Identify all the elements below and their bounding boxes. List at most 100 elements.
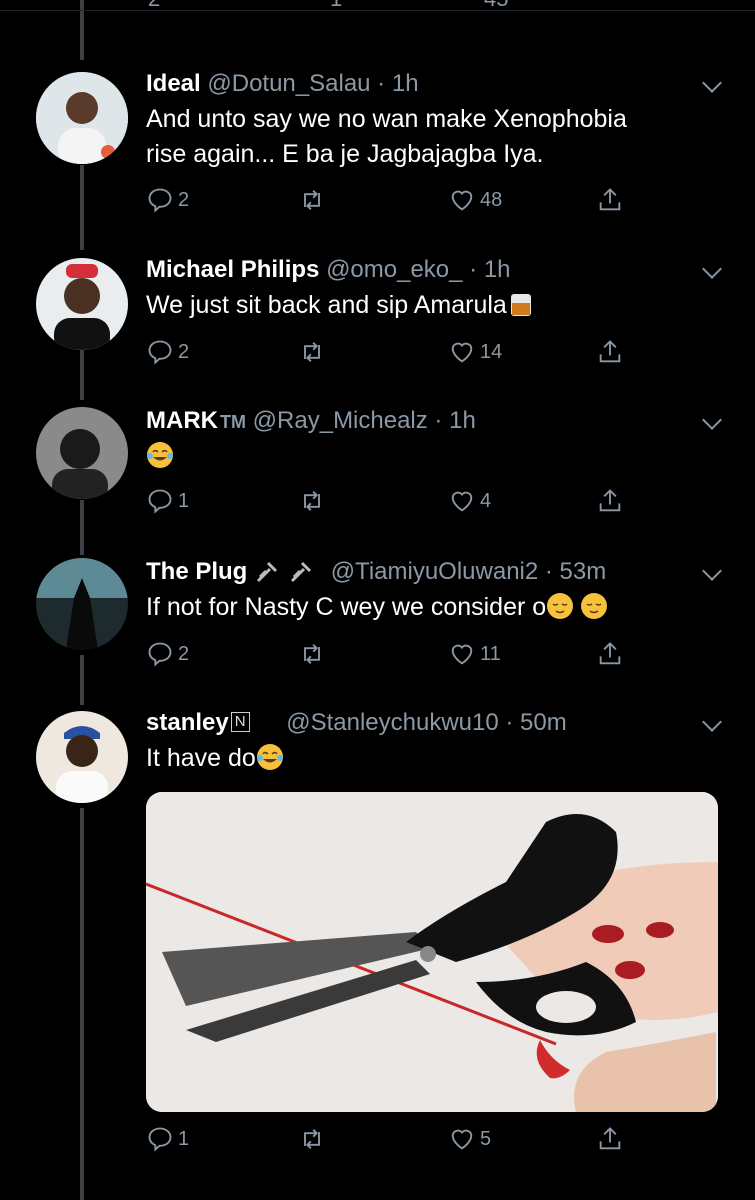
like-button[interactable]: 48 — [448, 186, 502, 214]
avatar-photo — [36, 258, 128, 350]
like-count: 5 — [480, 1127, 492, 1150]
share-button[interactable] — [596, 338, 624, 366]
reply-count: 1 — [178, 1127, 190, 1150]
chevron-down-icon[interactable] — [702, 259, 722, 279]
avatar[interactable] — [36, 258, 128, 350]
retweet-button[interactable] — [298, 338, 326, 366]
avatar[interactable] — [36, 558, 128, 650]
share-button[interactable] — [596, 186, 624, 214]
avatar[interactable] — [36, 711, 128, 803]
tweet[interactable]: Ideal @Dotun_Salau · 1h And unto say we … — [0, 68, 755, 218]
heart-icon — [451, 491, 473, 512]
share-icon — [599, 1127, 621, 1150]
tweet-header: Ideal @Dotun_Salau · 1h — [146, 68, 419, 100]
share-button[interactable] — [596, 640, 624, 668]
share-button[interactable] — [596, 487, 624, 515]
tweet-header: Michael Philips @omo_eko_ · 1h — [146, 254, 511, 286]
tweet-header: stanley N @Stanleychukwu10 · 50m — [146, 707, 567, 739]
handle-time[interactable]: @Stanleychukwu10 · 50m — [286, 709, 567, 736]
tweet-text: We just sit back and sip Amarula — [146, 288, 535, 323]
share-button[interactable] — [596, 1125, 624, 1153]
handle-time[interactable]: @TiamiyuOluwani2 · 53m — [331, 558, 607, 585]
like-button[interactable]: 14 — [448, 338, 502, 366]
handle-time[interactable]: @omo_eko_ · 1h — [326, 256, 510, 283]
tweet-image[interactable] — [146, 792, 718, 1112]
tweet-actions: 1 5 — [146, 1125, 646, 1155]
tears-of-joy-emoji — [147, 442, 173, 468]
retweet-icon — [304, 491, 320, 511]
like-count: 11 — [480, 642, 501, 665]
relieved-face-emoji — [547, 593, 574, 619]
tears-of-joy-emoji — [256, 744, 283, 770]
tumbler-glass-emoji — [510, 294, 531, 316]
avatar[interactable] — [36, 407, 128, 499]
tweet-actions: 2 48 — [146, 186, 646, 216]
display-name[interactable]: stanley — [146, 709, 229, 736]
retweet-button[interactable] — [298, 487, 326, 515]
like-button[interactable]: 4 — [448, 487, 491, 515]
retweet-button[interactable] — [298, 1125, 326, 1153]
reply-icon — [148, 642, 172, 667]
retweet-icon — [304, 644, 320, 664]
avatar-photo — [36, 558, 128, 650]
share-icon — [599, 340, 621, 363]
tweet-text: And unto say we no wan make Xenophobia r… — [146, 105, 627, 168]
handle-time[interactable]: @Ray_Michealz · 1h — [253, 407, 476, 434]
like-button[interactable]: 5 — [448, 1125, 491, 1153]
reply-button[interactable]: 2 — [146, 640, 189, 668]
tweet[interactable]: The Plug @TiamiyuOluwani2 · 53m If not f… — [0, 556, 755, 686]
retweet-icon — [304, 342, 320, 362]
letter-n-badge: N — [230, 712, 250, 732]
reply-count: 2 — [178, 642, 190, 665]
heart-icon — [451, 644, 473, 665]
reply-count: 1 — [178, 489, 190, 512]
retweet-button[interactable] — [298, 186, 326, 214]
chevron-down-icon[interactable] — [702, 712, 722, 732]
avatar-photo — [36, 72, 128, 164]
scissors-cutting-thread-image — [146, 792, 718, 1112]
share-icon — [599, 489, 621, 512]
previous-tweet-actions: 2 1 45 — [0, 0, 755, 26]
like-count: 4 — [480, 489, 492, 512]
tweet-header: MARK TM @Ray_Michealz · 1h — [146, 405, 476, 438]
display-name[interactable]: Michael Philips — [146, 256, 319, 283]
reply-icon — [148, 188, 172, 213]
trademark-suffix: TM — [220, 412, 246, 432]
display-name[interactable]: MARK — [146, 407, 218, 434]
display-name[interactable]: The Plug — [146, 558, 247, 585]
reply-button[interactable]: 2 — [146, 186, 189, 214]
tweet[interactable]: MARK TM @Ray_Michealz · 1h 1 4 — [0, 405, 755, 535]
avatar[interactable] — [36, 72, 128, 164]
tweet-actions: 2 14 — [146, 338, 646, 368]
heart-icon — [451, 190, 473, 211]
display-name[interactable]: Ideal — [146, 70, 201, 97]
relieved-face-emoji — [581, 593, 608, 619]
retweet-button[interactable] — [298, 640, 326, 668]
tweet[interactable]: Michael Philips @omo_eko_ · 1h We just s… — [0, 254, 755, 384]
reply-button[interactable]: 2 — [146, 338, 189, 366]
reply-icon — [148, 489, 172, 514]
tweet-actions: 2 11 — [146, 640, 646, 670]
tweet-text: It have do — [146, 741, 284, 776]
reply-count: 2 — [178, 340, 190, 363]
tweet-actions: 1 4 — [146, 487, 646, 517]
avatar-photo — [36, 407, 128, 499]
share-icon — [599, 188, 621, 211]
divider — [0, 10, 755, 11]
chevron-down-icon[interactable] — [702, 561, 722, 581]
handle-time[interactable]: @Dotun_Salau · 1h — [207, 70, 418, 97]
reply-count: 2 — [178, 188, 190, 211]
tweet-text — [146, 439, 174, 474]
chevron-down-icon[interactable] — [702, 410, 722, 430]
retweet-icon — [304, 190, 320, 210]
reply-button[interactable]: 1 — [146, 487, 189, 515]
chevron-down-icon[interactable] — [702, 73, 722, 93]
tweet-header: The Plug @TiamiyuOluwani2 · 53m — [146, 556, 606, 588]
heart-icon — [451, 342, 473, 363]
like-count: 14 — [480, 340, 503, 363]
reply-button[interactable]: 1 — [146, 1125, 189, 1153]
avatar-photo — [36, 711, 128, 803]
retweet-icon — [304, 1129, 320, 1149]
like-button[interactable]: 11 — [448, 640, 501, 668]
reply-icon — [148, 1127, 172, 1152]
